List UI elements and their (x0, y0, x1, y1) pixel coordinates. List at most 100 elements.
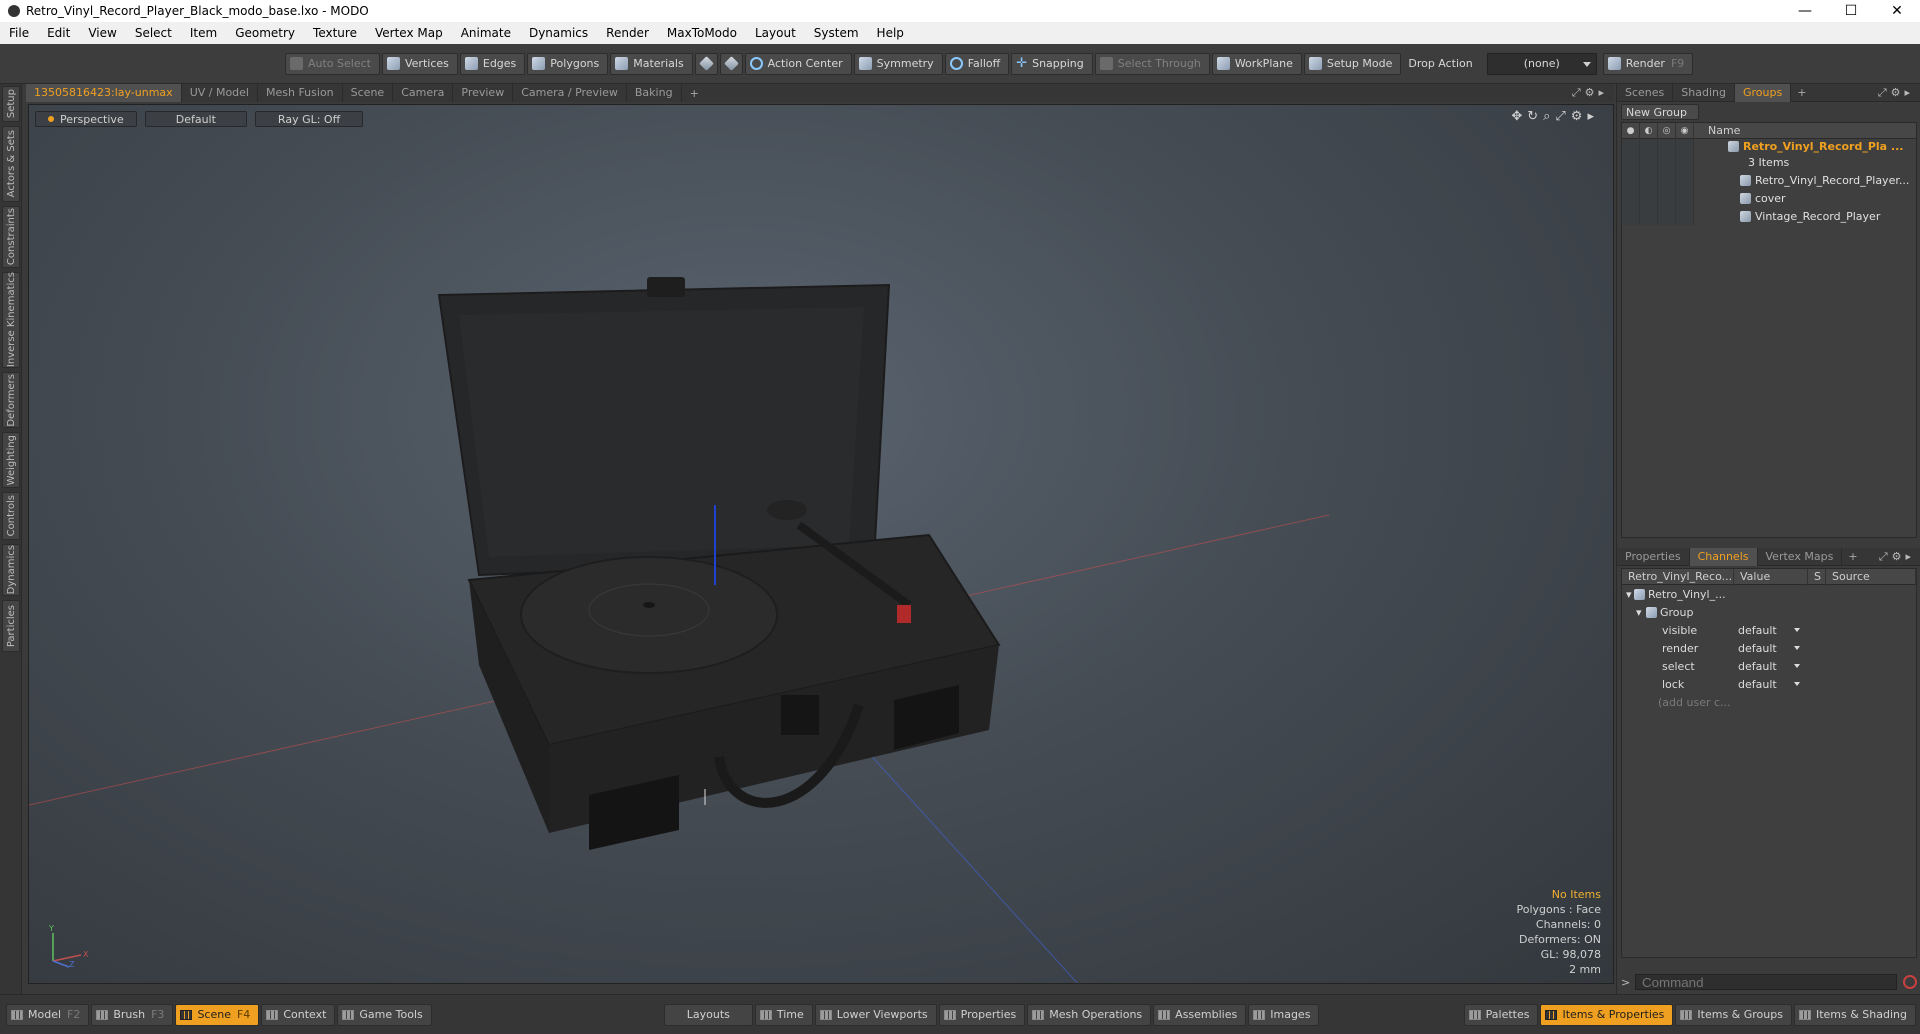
context-layout-button[interactable]: Context (261, 1003, 336, 1026)
channel-group-row[interactable]: ▾ Group (1622, 603, 1916, 621)
table-row[interactable]: select default (1622, 657, 1916, 675)
tab-groups[interactable]: Groups (1734, 83, 1792, 102)
menu-layout[interactable]: Layout (746, 26, 805, 40)
add-tab-button[interactable]: + (1791, 86, 1812, 99)
group-row[interactable]: Retro_Vinyl_Record_Pla ... 3 Items (1622, 139, 1916, 171)
channel-value-select[interactable]: default (1734, 660, 1804, 673)
tab-shading[interactable]: Shading (1673, 83, 1735, 102)
menu-animate[interactable]: Animate (452, 26, 520, 40)
select-through-button[interactable]: Select Through (1094, 52, 1210, 75)
tab-particles[interactable]: Particles (2, 600, 20, 652)
record-macro-icon[interactable] (1903, 975, 1917, 989)
model-layout-button[interactable]: Model F2 (6, 1003, 90, 1026)
table-row[interactable]: render default (1622, 639, 1916, 657)
add-user-channel[interactable]: (add user c... (1622, 693, 1916, 711)
panel-expand-icon[interactable]: ⤢⚙▸ (1879, 550, 1920, 564)
tab-controls[interactable]: Controls (2, 492, 20, 540)
list-item[interactable]: Vintage_Record_Player (1622, 207, 1916, 225)
tab-uv-model[interactable]: UV / Model (182, 84, 258, 102)
assemblies-button[interactable]: Assemblies (1153, 1003, 1247, 1026)
tab-layout-unmax[interactable]: 13505816423:lay-unmax (26, 84, 182, 102)
menu-file[interactable]: File (0, 26, 38, 40)
lower-viewports-button[interactable]: Lower Viewports (814, 1003, 937, 1026)
tab-scene[interactable]: Scene (343, 84, 394, 102)
vertices-button[interactable]: Vertices (381, 52, 458, 75)
tab-camera-preview[interactable]: Camera / Preview (513, 84, 627, 102)
table-row[interactable]: visible default (1622, 621, 1916, 639)
viewport-expand-icon[interactable]: ⤢⚙▸ (1572, 86, 1614, 100)
panel-expand-icon[interactable]: ⤢⚙▸ (1878, 86, 1920, 100)
command-input[interactable] (1635, 974, 1897, 990)
raygl-button[interactable]: Ray GL: Off (254, 111, 364, 127)
tab-camera[interactable]: Camera (393, 84, 454, 102)
menu-maxtomodo[interactable]: MaxToModo (658, 26, 746, 40)
expand-triangle-icon[interactable]: ▾ (1622, 588, 1634, 601)
channel-value-select[interactable]: default (1734, 624, 1804, 637)
channel-root-row[interactable]: ▾ Retro_Vinyl_... (1622, 585, 1916, 603)
menu-dynamics[interactable]: Dynamics (520, 26, 597, 40)
close-button[interactable]: ✕ (1874, 0, 1920, 22)
brush-layout-button[interactable]: Brush F3 (91, 1003, 174, 1026)
tab-scenes[interactable]: Scenes (1617, 83, 1674, 102)
tab-deformers[interactable]: Deformers (2, 372, 20, 428)
channel-value-select[interactable]: default (1734, 642, 1804, 655)
tab-mesh-fusion[interactable]: Mesh Fusion (258, 84, 343, 102)
visibility-eye-icon[interactable]: ● (1622, 122, 1640, 139)
time-button[interactable]: Time (754, 1003, 813, 1026)
tab-weighting[interactable]: Weighting (2, 432, 20, 488)
menu-texture[interactable]: Texture (304, 26, 366, 40)
select-toggle-icon[interactable]: ◎ (1658, 122, 1676, 139)
falloff-button[interactable]: Falloff (944, 52, 1010, 75)
properties-button[interactable]: Properties (938, 1003, 1026, 1026)
list-item[interactable]: Retro_Vinyl_Record_Player... (1622, 171, 1916, 189)
add-tab-button[interactable]: + (1842, 550, 1863, 563)
edges-button[interactable]: Edges (459, 52, 526, 75)
palettes-button[interactable]: Palettes (1463, 1003, 1539, 1026)
add-tab-button[interactable]: + (682, 87, 707, 100)
render-button[interactable]: Render F9 (1602, 52, 1694, 75)
tab-vertex-maps[interactable]: Vertex Maps (1758, 547, 1843, 566)
tab-setup[interactable]: Setup (2, 86, 20, 122)
items-properties-button[interactable]: Items & Properties (1540, 1003, 1674, 1026)
menu-item[interactable]: Item (181, 26, 226, 40)
tab-inverse-kinematics[interactable]: Inverse Kinematics (2, 272, 20, 368)
render-toggle-icon[interactable]: ◐ (1640, 122, 1658, 139)
new-group-button[interactable]: New Group (1621, 104, 1699, 120)
mesh-operations-button[interactable]: Mesh Operations (1027, 1003, 1152, 1026)
menu-render[interactable]: Render (597, 26, 658, 40)
view-type-button[interactable]: Perspective (35, 111, 137, 127)
list-item[interactable]: cover (1622, 189, 1916, 207)
action-center-button[interactable]: Action Center (744, 52, 852, 75)
setup-mode-button[interactable]: Setup Mode (1303, 52, 1402, 75)
lock-toggle-icon[interactable]: ◉ (1676, 122, 1694, 139)
menu-edit[interactable]: Edit (38, 26, 79, 40)
item-mode-button[interactable] (694, 52, 718, 75)
items-groups-button[interactable]: Items & Groups (1675, 1003, 1792, 1026)
scene-layout-button[interactable]: Scene F4 (175, 1003, 260, 1026)
menu-view[interactable]: View (79, 26, 125, 40)
tab-baking[interactable]: Baking (627, 84, 682, 102)
snapping-button[interactable]: ✛ Snapping (1011, 52, 1093, 75)
viewport-nav-tools[interactable]: ✥↻⌕⤢⚙▸ (1511, 109, 1599, 124)
tab-actors-sets[interactable]: Actors & Sets (2, 126, 20, 202)
minimize-button[interactable]: — (1782, 0, 1828, 22)
tab-dynamics[interactable]: Dynamics (2, 544, 20, 596)
menu-system[interactable]: System (805, 26, 868, 40)
drop-action-select[interactable]: (none) (1486, 52, 1597, 75)
tab-constraints[interactable]: Constraints (2, 206, 20, 268)
tab-properties[interactable]: Properties (1617, 547, 1690, 566)
symmetry-button[interactable]: Symmetry (853, 52, 943, 75)
channel-value-select[interactable]: default (1734, 678, 1804, 691)
menu-select[interactable]: Select (126, 26, 181, 40)
materials-button[interactable]: Materials (610, 52, 693, 75)
tab-channels[interactable]: Channels (1689, 547, 1758, 566)
menu-geometry[interactable]: Geometry (226, 26, 304, 40)
workplane-button[interactable]: WorkPlane (1211, 52, 1302, 75)
maximize-button[interactable]: ☐ (1828, 0, 1874, 22)
layouts-button[interactable]: Layouts (663, 1003, 753, 1026)
shading-mode-button[interactable]: Default (144, 111, 247, 127)
3d-viewport[interactable]: Perspective Default Ray GL: Off ✥↻⌕⤢⚙▸ N… (28, 104, 1614, 984)
tab-preview[interactable]: Preview (453, 84, 514, 102)
menu-vertex-map[interactable]: Vertex Map (366, 26, 452, 40)
menu-help[interactable]: Help (868, 26, 913, 40)
